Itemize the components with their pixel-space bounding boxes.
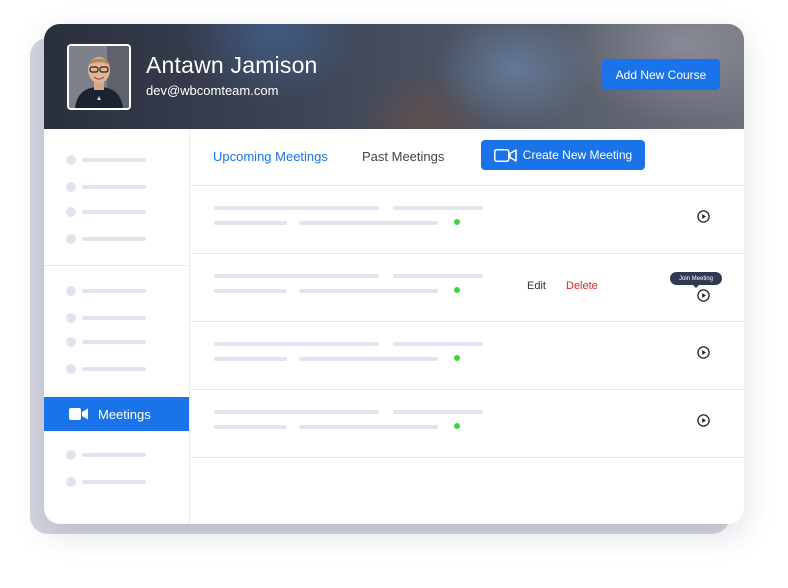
sidebar-item-placeholder — [82, 340, 146, 344]
sidebar-item-placeholder — [82, 367, 146, 371]
sidebar-item-meetings[interactable]: Meetings — [44, 397, 189, 431]
meeting-meta-placeholder — [393, 274, 483, 278]
sidebar-item[interactable] — [66, 313, 146, 323]
play-icon[interactable] — [697, 289, 710, 302]
meeting-title-placeholder — [214, 274, 379, 278]
meeting-time-placeholder — [299, 425, 438, 429]
sidebar-item-dot — [66, 477, 76, 487]
meeting-row — [190, 186, 744, 254]
meeting-date-placeholder — [214, 221, 287, 225]
tab-past-meetings[interactable]: Past Meetings — [362, 149, 444, 164]
meetings-dashboard-card: Antawn Jamison dev@wbcomteam.com Add New… — [44, 24, 744, 524]
meeting-meta-placeholder — [393, 410, 483, 414]
sidebar-item[interactable] — [66, 477, 146, 487]
play-icon[interactable] — [697, 210, 710, 223]
sidebar-item-dot — [66, 313, 76, 323]
status-dot — [454, 287, 460, 293]
video-camera-icon — [493, 148, 517, 162]
sidebar-item-placeholder — [82, 185, 146, 189]
sidebar-item[interactable] — [66, 234, 146, 244]
sidebar-item-placeholder — [82, 289, 146, 293]
meeting-title-placeholder — [214, 410, 379, 414]
meeting-time-placeholder — [299, 221, 438, 225]
meeting-date-placeholder — [214, 357, 287, 361]
sidebar-item[interactable] — [66, 364, 146, 374]
avatar — [67, 44, 131, 110]
tab-upcoming-meetings[interactable]: Upcoming Meetings — [213, 149, 328, 164]
sidebar-item-dot — [66, 337, 76, 347]
sidebar-item[interactable] — [66, 286, 146, 296]
sidebar-divider — [44, 265, 189, 266]
meeting-row — [190, 322, 744, 390]
sidebar-item-dot — [66, 207, 76, 217]
sidebar-item-placeholder — [82, 480, 146, 484]
video-camera-icon — [69, 408, 88, 420]
sidebar-item-dot — [66, 182, 76, 192]
status-dot — [454, 219, 460, 225]
edit-link[interactable]: Edit — [527, 280, 546, 292]
sidebar: Meetings — [44, 129, 190, 524]
sidebar-item[interactable] — [66, 207, 146, 217]
sidebar-item-dot — [66, 155, 76, 165]
play-icon[interactable] — [697, 414, 710, 427]
delete-link[interactable]: Delete — [566, 280, 598, 292]
sidebar-item-dot — [66, 364, 76, 374]
sidebar-item-placeholder — [82, 158, 146, 162]
profile-name: Antawn Jamison — [146, 52, 318, 78]
sidebar-item-dot — [66, 234, 76, 244]
join-meeting-tooltip: Join Meeting — [670, 272, 722, 288]
create-new-meeting-button[interactable]: Create New Meeting — [481, 140, 645, 170]
play-icon[interactable] — [697, 346, 710, 359]
meeting-title-placeholder — [214, 206, 379, 210]
meeting-time-placeholder — [299, 289, 438, 293]
meeting-meta-placeholder — [393, 206, 483, 210]
sidebar-item-placeholder — [82, 210, 146, 214]
sidebar-item-placeholder — [82, 316, 146, 320]
meeting-date-placeholder — [214, 289, 287, 293]
meeting-row — [190, 390, 744, 458]
create-new-meeting-label: Create New Meeting — [522, 148, 633, 162]
profile-header: Antawn Jamison dev@wbcomteam.com Add New… — [44, 24, 744, 129]
meeting-tabs: Upcoming Meetings Past Meetings Create N… — [190, 129, 744, 186]
meeting-date-placeholder — [214, 425, 287, 429]
sidebar-item[interactable] — [66, 450, 146, 460]
sidebar-item[interactable] — [66, 337, 146, 347]
meeting-title-placeholder — [214, 342, 379, 346]
add-new-course-button[interactable]: Add New Course — [602, 59, 720, 90]
sidebar-item-label: Meetings — [98, 406, 151, 422]
sidebar-item-placeholder — [82, 237, 146, 241]
meeting-time-placeholder — [299, 357, 438, 361]
sidebar-item[interactable] — [66, 155, 146, 165]
sidebar-item-dot — [66, 450, 76, 460]
profile-email: dev@wbcomteam.com — [146, 83, 279, 98]
status-dot — [454, 355, 460, 361]
status-dot — [454, 423, 460, 429]
meeting-meta-placeholder — [393, 342, 483, 346]
sidebar-item-dot — [66, 286, 76, 296]
sidebar-item[interactable] — [66, 182, 146, 192]
meeting-row: Edit Delete Join Meeting — [190, 254, 744, 322]
sidebar-item-placeholder — [82, 453, 146, 457]
